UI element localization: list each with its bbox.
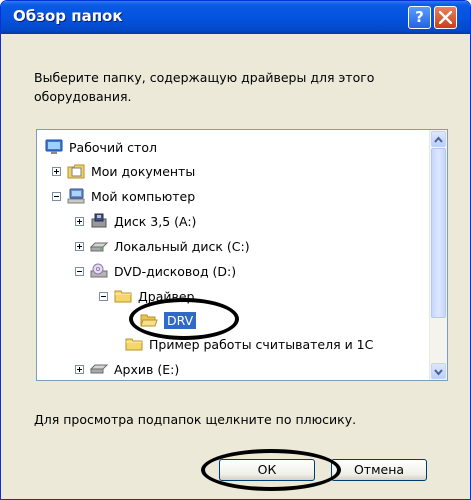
instruction-text: Выберите папку, содержащую драйверы для … (34, 70, 375, 104)
tree-item-label: Пример работы считывателя и 1С (149, 336, 374, 352)
expand-plus-icon[interactable] (75, 364, 84, 374)
tree-item-example-folder[interactable]: Пример работы считывателя и 1С (125, 334, 373, 354)
folder-icon (114, 290, 132, 303)
tree-item-local-disk-c[interactable]: Локальный диск (C:) (75, 236, 250, 256)
tree-item-desktop[interactable]: Рабочий стол (45, 137, 157, 157)
tree-item-drv-folder[interactable]: DRV (140, 310, 197, 330)
tree-item-my-computer[interactable]: Мой компьютер (52, 186, 195, 206)
dialog-title: Обзор папок (13, 7, 123, 25)
expand-plus-icon[interactable] (75, 216, 84, 226)
tree-item-label: Рабочий стол (69, 139, 157, 155)
scroll-thumb[interactable] (431, 148, 446, 318)
hint-text: Для просмотра подпапок щелкните по плюси… (34, 412, 357, 427)
floppy-drive-icon (91, 213, 107, 228)
expand-plus-icon[interactable] (75, 241, 84, 251)
network-drive-icon (90, 364, 108, 374)
desktop-icon (45, 139, 63, 154)
open-folder-icon (140, 314, 158, 327)
hard-drive-icon (90, 242, 108, 252)
tree-item-label: Мой компьютер (91, 188, 196, 204)
help-button[interactable]: ? (408, 6, 431, 29)
tree-item-label: DVD-дисковод (D:) (114, 263, 237, 279)
close-icon (439, 11, 452, 24)
folder-icon (125, 338, 143, 351)
cancel-button[interactable]: Отмена (331, 459, 427, 481)
scroll-up-button[interactable] (431, 131, 446, 147)
collapse-minus-icon[interactable] (99, 291, 108, 301)
tree-item-label: Драйвер (138, 288, 195, 304)
vertical-scrollbar[interactable] (429, 130, 447, 380)
close-button[interactable] (434, 6, 457, 29)
tree-item-label: Диск 3,5 (A:) (114, 213, 197, 229)
chevron-up-icon (434, 136, 443, 143)
dvd-drive-icon (90, 263, 108, 278)
help-icon: ? (415, 8, 424, 26)
tree-item-archive-e[interactable]: Архив (E:) (75, 359, 179, 379)
tree-item-dvd-d[interactable]: DVD-дисковод (D:) (75, 261, 236, 281)
tree-item-my-documents[interactable]: Мои документы (52, 161, 195, 181)
expand-plus-icon[interactable] (52, 166, 61, 176)
chevron-down-icon (434, 369, 443, 376)
tree-item-label: Локальный диск (C:) (114, 238, 250, 254)
my-documents-icon (67, 164, 85, 179)
tree-item-floppy-a[interactable]: Диск 3,5 (A:) (75, 211, 196, 231)
scroll-down-button[interactable] (431, 363, 446, 379)
collapse-minus-icon[interactable] (75, 266, 84, 276)
tree-item-label: Архив (E:) (114, 361, 180, 377)
collapse-minus-icon[interactable] (52, 191, 61, 201)
title-bar[interactable]: Обзор папок ? (1, 1, 470, 34)
tree-item-label: DRV (164, 311, 197, 329)
browse-folder-dialog: Обзор папок ? Выберите папку, содержащую… (0, 0, 471, 500)
my-computer-icon (67, 188, 85, 204)
tree-item-driver-folder[interactable]: Драйвер (99, 286, 194, 306)
tree-item-label: Мои документы (91, 163, 196, 179)
folder-tree[interactable]: Рабочий стол Мои документы Мой компьютер (36, 129, 448, 381)
ok-button[interactable]: ОК (219, 459, 315, 481)
